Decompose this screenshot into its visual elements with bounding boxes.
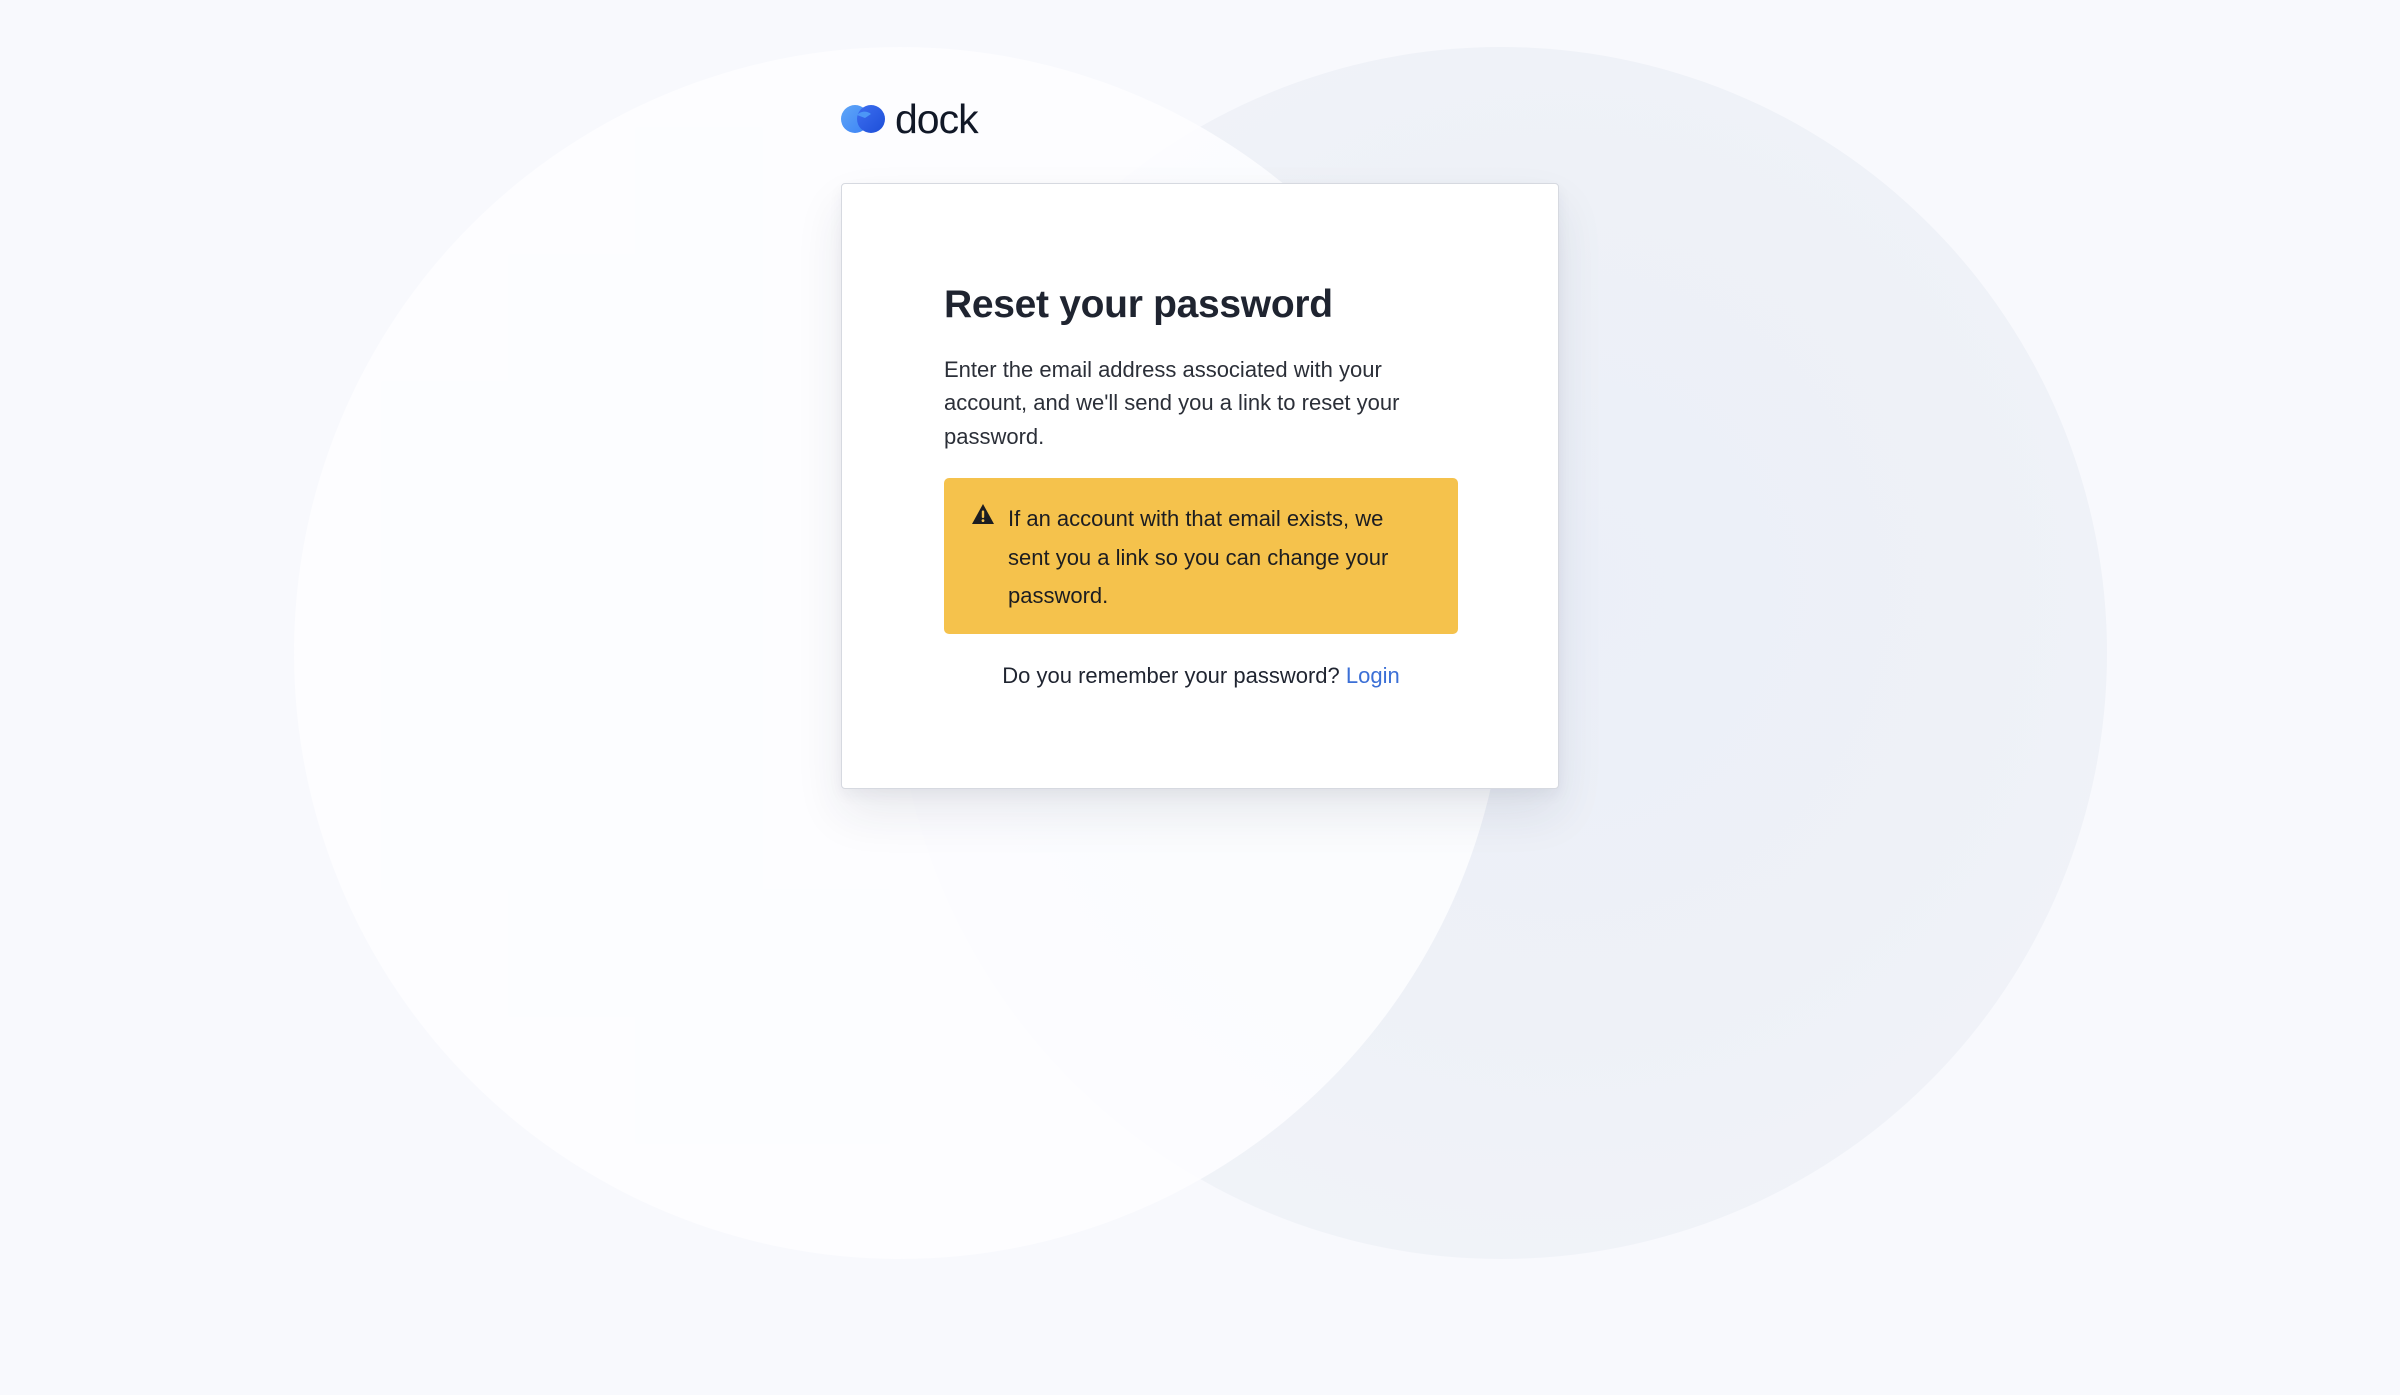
dock-logo-icon [841, 105, 885, 133]
remember-password-row: Do you remember your password? Login [944, 661, 1458, 691]
remember-prompt: Do you remember your password? [1002, 662, 1340, 688]
page-title: Reset your password [944, 283, 1333, 326]
card-content: Reset your password Enter the email addr… [944, 282, 1458, 691]
login-link[interactable]: Login [1346, 663, 1400, 688]
reset-password-card: Reset your password Enter the email addr… [841, 183, 1559, 789]
brand-name: dock [895, 95, 979, 142]
warning-alert: If an account with that email exists, we… [944, 478, 1458, 634]
alert-message: If an account with that email exists, we… [1008, 506, 1389, 609]
reset-description: Enter the email address associated with … [944, 356, 1400, 449]
warning-triangle-icon [972, 504, 994, 525]
brand-logo[interactable]: dock [841, 94, 979, 144]
page: dock Reset your password Enter the email… [0, 0, 2400, 1395]
